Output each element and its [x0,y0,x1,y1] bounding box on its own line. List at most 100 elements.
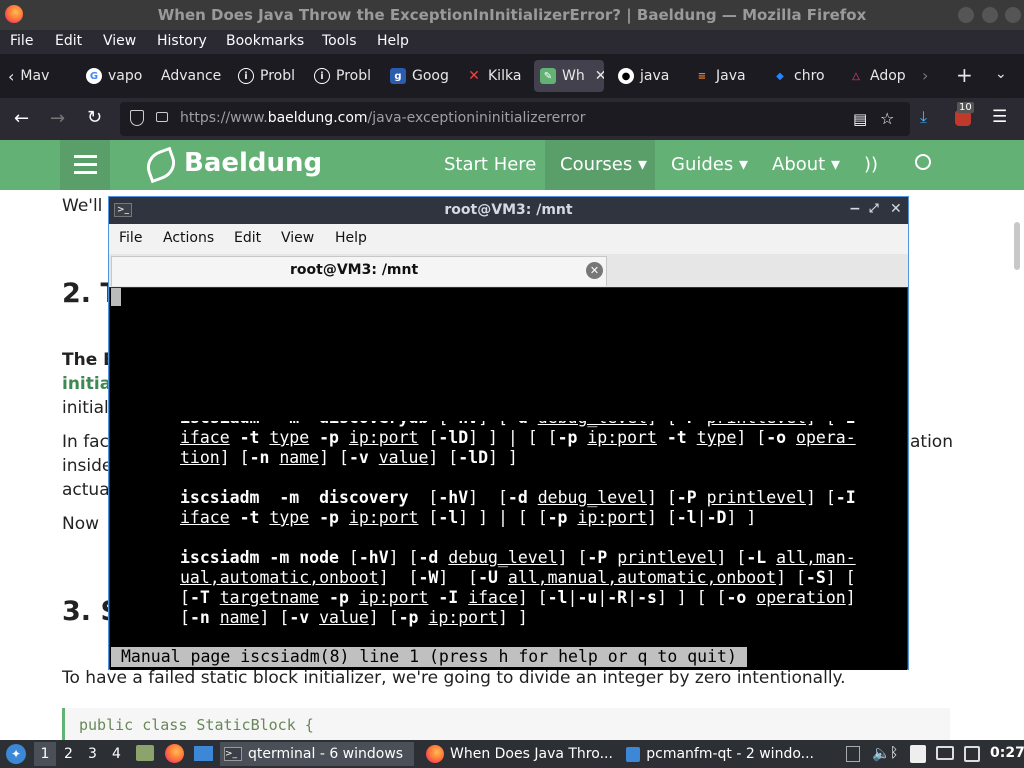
new-tab-icon[interactable]: + [956,63,973,87]
workspace-1[interactable]: 1 [34,742,56,766]
task-pcmanfm[interactable]: pcmanfm-qt - 2 windo... [622,742,818,766]
menu-tools[interactable]: Tools [322,33,357,49]
terminal-menu-edit[interactable]: Edit [234,230,261,246]
terminal-menu-actions[interactable]: Actions [163,230,214,246]
terminal-close-icon[interactable]: ✕ [890,201,902,217]
chevron-left-icon[interactable]: ‹ [8,67,14,86]
tab-adop[interactable]: △ Adop [842,60,910,92]
site-logo[interactable]: Baeldung [184,148,322,178]
article-paragraph: To have a failed static block initialize… [62,668,846,688]
battery-icon[interactable] [964,746,980,762]
tab-java-github[interactable]: ● java [612,60,680,92]
close-window-icon[interactable] [1005,7,1021,23]
tab-advance[interactable]: Advance [155,60,223,92]
close-tab-icon[interactable]: ✕ [595,68,604,84]
terminal-tab-bar: root@VM3: /mnt ✕ [109,254,908,287]
terminal-menu-bar: File Actions Edit View Help [109,224,908,254]
chevron-right-icon[interactable]: › [922,66,928,85]
firefox-launcher-icon[interactable] [165,744,184,763]
terminal-task-icon: >_ [224,747,242,761]
url-bar[interactable]: https://www.baeldung.com/java-exceptioni… [120,102,910,136]
terminal-menu-view[interactable]: View [281,230,314,246]
nav-guides[interactable]: Guides ▾ [671,154,748,175]
back-icon[interactable]: ← [14,108,29,129]
tab-mav[interactable]: ‹ Mav [2,60,72,92]
workspace-3[interactable]: 3 [88,746,97,762]
man-line-4: iscsiadm -m discovery [-hV] [-d debug_le… [180,488,856,507]
terminal-tab-close-icon[interactable]: ✕ [586,262,603,279]
article-bold-text: The E [62,350,115,370]
maximize-icon[interactable] [982,7,998,23]
desktop-launcher-icon[interactable] [194,746,213,761]
bluetooth-icon[interactable]: ᛒ [890,745,898,761]
shield-icon[interactable] [130,110,144,126]
google-blue-icon: g [390,68,406,84]
list-all-tabs-icon[interactable]: ⌄ [995,66,1007,82]
nav-about[interactable]: About ▾ [772,154,840,175]
menu-edit[interactable]: Edit [55,33,82,49]
terminal-menu-help[interactable]: Help [335,230,367,246]
start-menu-icon[interactable]: ✦ [6,744,26,764]
terminal-title: root@VM3: /mnt [444,202,573,218]
url-text[interactable]: https://www.baeldung.com/java-exceptioni… [180,110,586,126]
forward-icon[interactable]: → [50,108,65,129]
baeldung-leaf-icon [142,146,180,184]
reload-icon[interactable]: ↻ [87,107,102,128]
man-line-3: tion] [-n name] [-v value] [-lD] ] [180,448,518,467]
menu-help[interactable]: Help [377,33,409,49]
menu-file[interactable]: File [10,33,33,49]
tab-chro[interactable]: ◆ chro [766,60,834,92]
page-scrollbar[interactable] [1014,222,1020,270]
info-icon: i [238,68,254,84]
terminal-minimize-icon[interactable]: − [849,201,861,217]
tab-goog[interactable]: g Goog [384,60,452,92]
hamburger-menu-icon[interactable]: ☰ [992,107,1007,127]
clock: 0:27 [990,745,1024,761]
menu-history[interactable]: History [157,33,207,49]
workspace-4[interactable]: 4 [112,746,121,762]
network-icon[interactable] [936,746,954,760]
tab-baeldung-active[interactable]: ✎ Wh ✕ [534,60,604,92]
taskbar: ✦ 1 2 3 4 >_ qterminal - 6 windows When … [0,740,1024,768]
tray-window-icon[interactable] [846,746,860,762]
terminal-maximize-icon[interactable]: ⤢ [869,201,879,216]
search-icon[interactable] [915,154,931,170]
terminal-menu-file[interactable]: File [119,230,142,246]
tab-probl-1[interactable]: i Probl [232,60,300,92]
site-header: Baeldung Start Here Courses ▾ Guides ▾ A… [0,140,1024,190]
article-text-fragment: inside [62,456,113,476]
man-line-1: iscsiadm -m discoverydb [-hV] [-d debug_… [180,408,856,427]
terminal-screen[interactable]: iscsiadm -m discoverydb [-hV] [-d debug_… [110,288,907,670]
bookmark-star-icon[interactable]: ☆ [880,109,894,128]
man-line-7: ual,automatic,onboot] [-W] [-U all,manua… [180,568,856,587]
man-line-6: iscsiadm -m node [-hV] [-d debug_level] … [180,548,856,567]
article-text-fragment: ation [910,432,953,452]
downloads-icon[interactable]: ⤓ [920,107,927,127]
menu-bookmarks[interactable]: Bookmarks [226,33,304,49]
nav-start-here[interactable]: Start Here [444,154,536,175]
article-text-fragment: We'll [62,196,103,216]
firefox-task-icon [426,745,444,763]
folder-task-icon [626,746,641,762]
task-qterminal[interactable]: >_ qterminal - 6 windows [220,742,414,766]
tab-probl-2[interactable]: i Probl [308,60,376,92]
terminal-tab[interactable]: root@VM3: /mnt ✕ [111,256,607,286]
file-manager-launcher-icon[interactable] [136,745,154,761]
tab-vapo[interactable]: Gvapo [80,60,148,92]
workspace-2[interactable]: 2 [64,746,73,762]
menu-view[interactable]: View [103,33,136,49]
tab-java-stackoverflow[interactable]: ≡ Java [688,60,756,92]
adopt-icon: △ [852,70,860,82]
minimize-icon[interactable] [958,7,974,23]
reader-view-icon[interactable]: ▤ [853,110,867,128]
terminal-title-bar[interactable]: >_ root@VM3: /mnt − ⤢ ✕ [109,197,908,224]
rss-icon[interactable]: )) [864,154,878,175]
lock-icon[interactable] [156,112,168,122]
task-firefox[interactable]: When Does Java Thro... [422,742,618,766]
tab-kilka[interactable]: ✕ Kilka [460,60,528,92]
clipboard-icon[interactable] [910,745,926,763]
article-text-fragment: actua [62,480,110,500]
volume-icon[interactable]: 🔈 [872,744,891,762]
nav-courses[interactable]: Courses ▾ [545,140,655,190]
site-menu-icon[interactable] [60,140,110,190]
